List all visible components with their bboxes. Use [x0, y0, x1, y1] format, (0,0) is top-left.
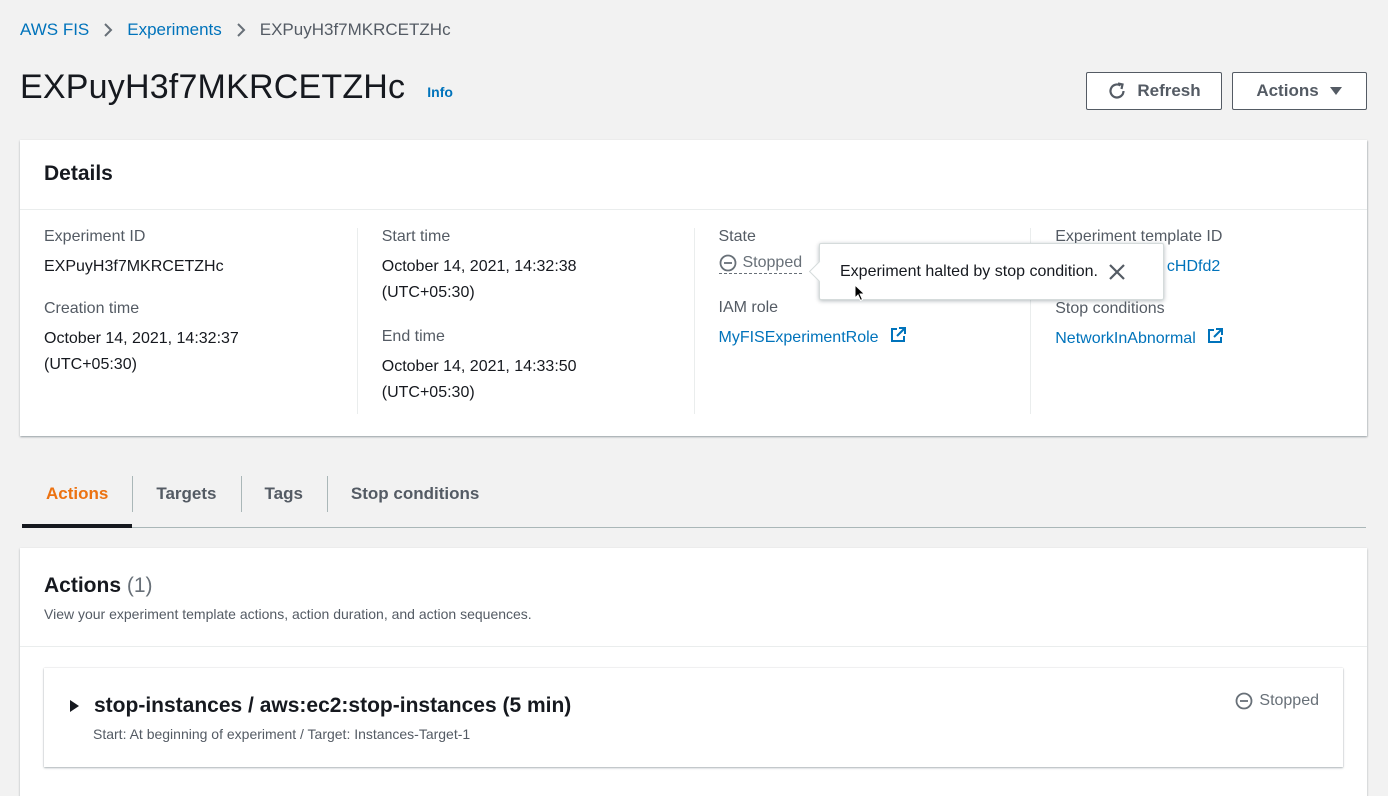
- action-item: stop-instances / aws:ec2:stop-instances …: [44, 668, 1343, 767]
- state-value[interactable]: Stopped: [718, 254, 803, 274]
- actions-title-text: Actions: [44, 574, 122, 597]
- creation-time-field: Creation time October 14, 2021, 14:32:37…: [44, 300, 333, 378]
- template-id-link[interactable]: cHDfd2: [1167, 258, 1220, 275]
- actions-count: (1): [126, 574, 153, 597]
- chevron-right-icon: [103, 22, 113, 38]
- action-subtitle: Start: At beginning of experiment / Targ…: [93, 726, 471, 742]
- end-time-field: End time October 14, 2021, 14:33:50 (UTC…: [382, 328, 670, 406]
- action-status-text: Stopped: [1259, 692, 1319, 709]
- details-columns: Experiment ID EXPuyH3f7MKRCETZHc Creatio…: [20, 210, 1367, 436]
- experiment-id-label: Experiment ID: [44, 228, 146, 245]
- details-column-1: Experiment ID EXPuyH3f7MKRCETZHc Creatio…: [20, 228, 357, 414]
- iam-role-text: MyFISExperimentRole: [718, 329, 879, 346]
- stop-condition-text: NetworkInAbnormal: [1055, 330, 1196, 347]
- actions-header: Actions (1) View your experiment templat…: [20, 548, 1367, 647]
- iam-role-link[interactable]: MyFISExperimentRole: [718, 327, 908, 346]
- external-link-icon: [1206, 327, 1224, 354]
- end-time-value-line1: October 14, 2021, 14:33:50: [381, 358, 577, 375]
- refresh-icon: [1107, 81, 1127, 101]
- actions-description: View your experiment template actions, a…: [44, 606, 532, 622]
- creation-time-value-line2: (UTC+05:30): [44, 356, 137, 373]
- end-time-value-line2: (UTC+05:30): [381, 384, 475, 401]
- tab-actions[interactable]: Actions: [22, 470, 133, 528]
- breadcrumb-aws-fis[interactable]: AWS FIS: [20, 20, 89, 40]
- action-status: Stopped: [1235, 692, 1319, 710]
- tab-targets[interactable]: Targets: [132, 470, 240, 518]
- tab-tags[interactable]: Tags: [240, 470, 327, 518]
- close-icon[interactable]: [1108, 263, 1126, 281]
- state-popover: Experiment halted by stop condition.: [819, 243, 1164, 300]
- stopped-icon: [719, 254, 737, 272]
- start-time-field: Start time October 14, 2021, 14:32:38 (U…: [382, 228, 670, 306]
- creation-time-label: Creation time: [44, 300, 140, 317]
- tabs: Actions Targets Tags Stop conditions: [22, 470, 1366, 528]
- mouse-cursor-icon: [854, 283, 866, 307]
- details-column-2: Start time October 14, 2021, 14:32:38 (U…: [356, 228, 694, 414]
- stop-condition-link[interactable]: NetworkInAbnormal: [1055, 328, 1224, 347]
- experiment-id-field: Experiment ID EXPuyH3f7MKRCETZHc: [44, 228, 333, 280]
- creation-time-value-line1: October 14, 2021, 14:32:37: [44, 330, 239, 347]
- actions-container: Actions (1) View your experiment templat…: [20, 548, 1367, 796]
- caret-down-icon: [1329, 85, 1343, 97]
- details-container: Details Experiment ID EXPuyH3f7MKRCETZHc…: [20, 140, 1367, 436]
- experiment-id-value: EXPuyH3f7MKRCETZHc: [44, 258, 224, 275]
- start-time-label: Start time: [381, 228, 451, 245]
- popover-text: Experiment halted by stop condition.: [840, 262, 1098, 280]
- refresh-button[interactable]: Refresh: [1086, 72, 1222, 110]
- stop-conditions-label: Stop conditions: [1055, 300, 1165, 317]
- iam-role-field: IAM role MyFISExperimentRole: [719, 299, 1007, 353]
- action-title: stop-instances / aws:ec2:stop-instances …: [94, 694, 572, 717]
- end-time-label: End time: [381, 328, 445, 345]
- refresh-label: Refresh: [1137, 81, 1201, 100]
- details-header: Details: [20, 140, 1367, 210]
- stop-conditions-field: Stop conditions NetworkInAbnormal: [1055, 300, 1343, 354]
- chevron-right-icon: [236, 22, 246, 38]
- details-title: Details: [44, 162, 113, 185]
- page-title: EXPuyH3f7MKRCETZHc: [20, 68, 406, 106]
- actions-dropdown-button[interactable]: Actions: [1232, 72, 1367, 110]
- caret-right-icon: [68, 699, 80, 713]
- stopped-icon: [1235, 692, 1253, 710]
- start-time-value-line2: (UTC+05:30): [381, 284, 475, 301]
- info-link[interactable]: Info: [427, 84, 453, 100]
- page-header: EXPuyH3f7MKRCETZHc Info: [20, 68, 453, 107]
- actions-title: Actions (1): [44, 574, 1343, 598]
- breadcrumb-current: EXPuyH3f7MKRCETZHc: [259, 20, 451, 39]
- actions-label: Actions: [1256, 81, 1319, 100]
- external-link-icon: [889, 326, 907, 353]
- tab-stop-conditions[interactable]: Stop conditions: [326, 470, 503, 518]
- header-buttons: Refresh Actions: [1086, 72, 1367, 110]
- action-expand-toggle[interactable]: stop-instances / aws:ec2:stop-instances …: [68, 694, 571, 718]
- breadcrumb-experiments[interactable]: Experiments: [127, 20, 221, 40]
- breadcrumb: AWS FIS Experiments EXPuyH3f7MKRCETZHc: [20, 20, 451, 40]
- start-time-value-line1: October 14, 2021, 14:32:38: [381, 258, 577, 275]
- state-text: Stopped: [742, 254, 803, 271]
